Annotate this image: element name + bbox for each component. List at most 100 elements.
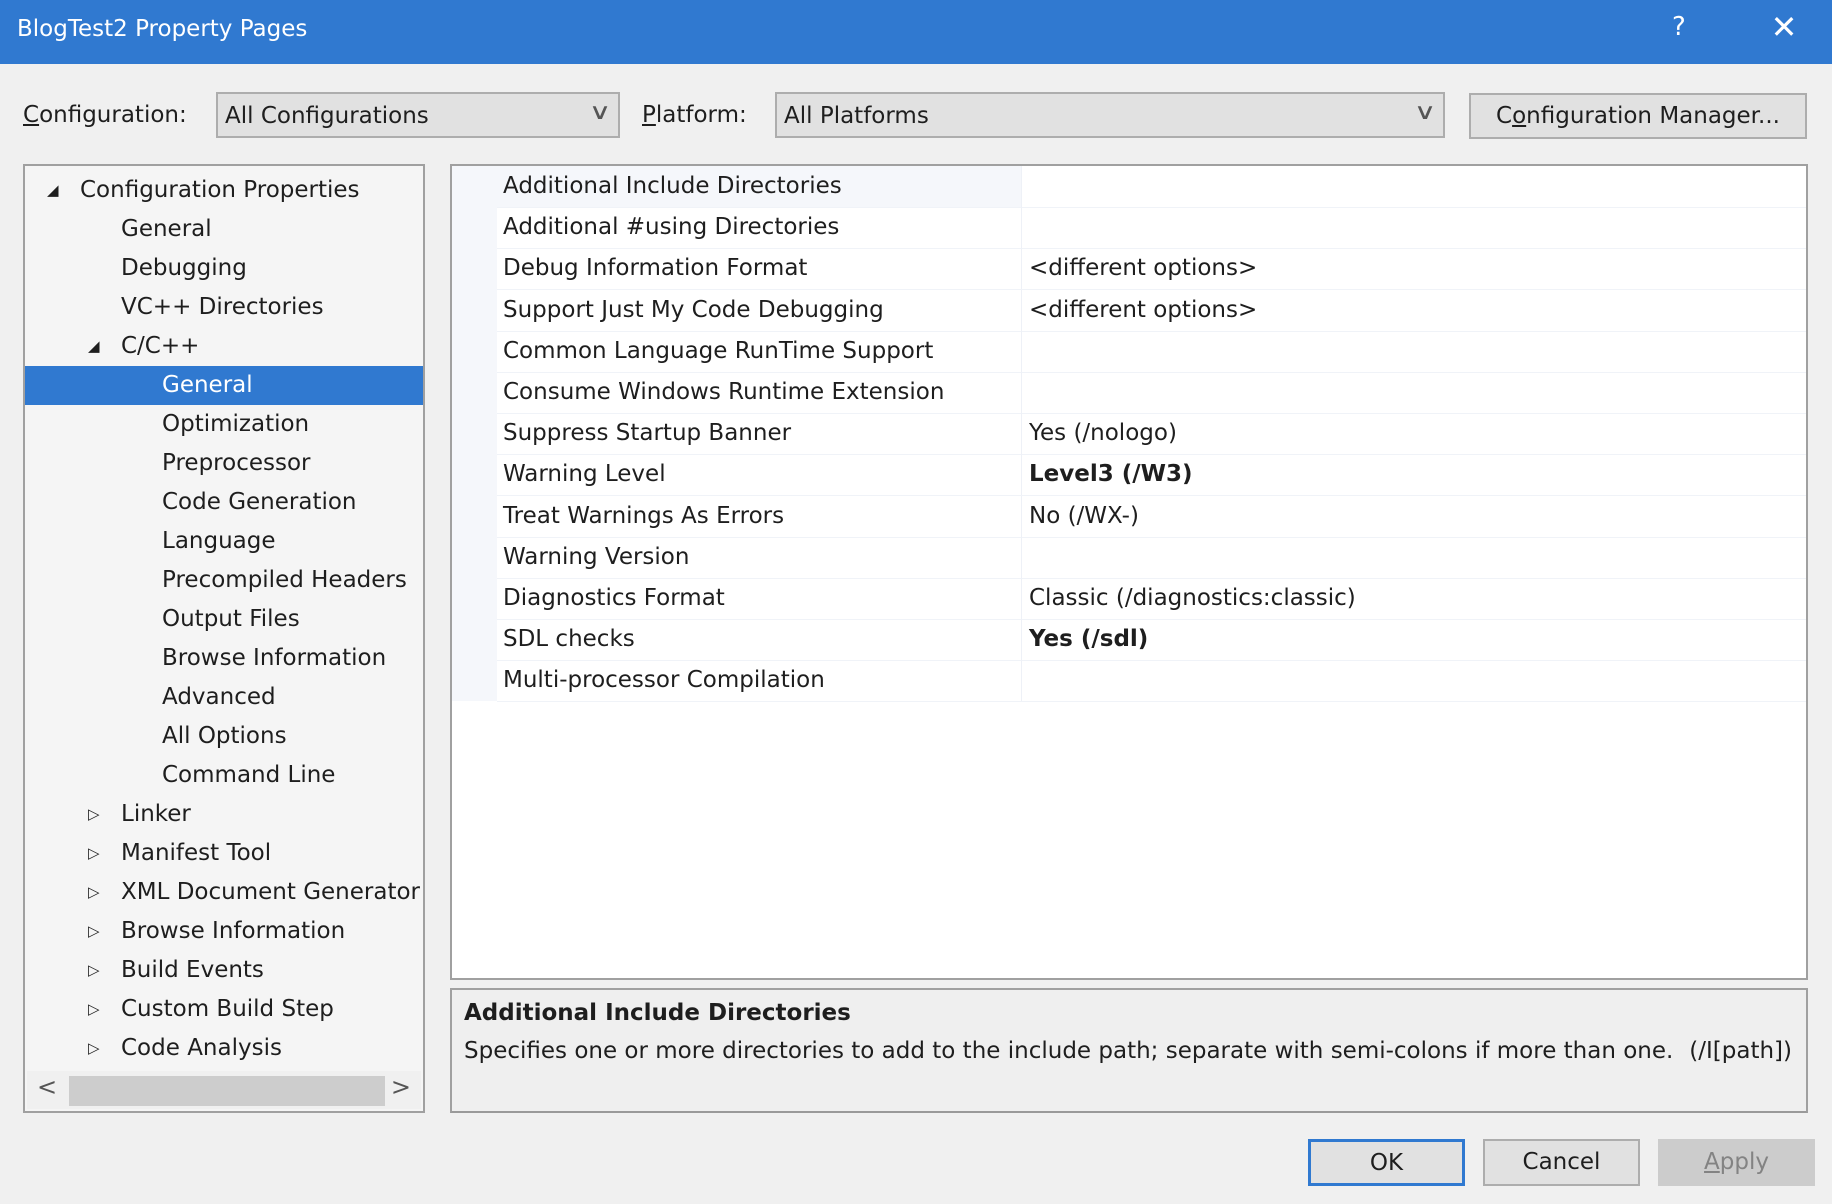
tree-item-label: Configuration Properties — [80, 177, 360, 203]
property-value[interactable]: Yes (/sdl) — [1029, 619, 1148, 659]
property-name: Warning Level — [497, 454, 1022, 496]
property-value[interactable]: Classic (/diagnostics:classic) — [1029, 578, 1356, 618]
tree-item[interactable]: Output Files — [25, 600, 423, 639]
tree-item[interactable]: Preprocessor — [25, 444, 423, 483]
tree-item[interactable]: ▷ Code Analysis — [25, 1029, 423, 1068]
property-name: Support Just My Code Debugging — [497, 289, 1022, 331]
tree-item[interactable]: VC++ Directories — [25, 288, 423, 327]
title-bar: BlogTest2 Property Pages ? ✕ — [0, 0, 1832, 64]
tree-item-label: General — [162, 372, 253, 398]
property-value[interactable]: No (/WX-) — [1029, 496, 1139, 536]
tree-item[interactable]: Command Line — [25, 756, 423, 795]
property-row[interactable]: Treat Warnings As Errors No (/WX-) — [497, 495, 1806, 538]
collapsed-arrow-icon[interactable]: ▷ — [88, 990, 100, 1028]
tree-item[interactable]: All Options — [25, 717, 423, 756]
property-value[interactable]: <different options> — [1029, 290, 1257, 330]
configuration-dropdown[interactable]: All Configurations ∨ — [216, 92, 620, 138]
collapsed-arrow-icon[interactable]: ▷ — [88, 834, 100, 872]
scroll-right-icon[interactable]: > — [391, 1073, 411, 1101]
property-name: SDL checks — [497, 619, 1022, 661]
expanded-arrow-icon[interactable]: ◢ — [88, 327, 100, 365]
tree-item[interactable]: Optimization — [25, 405, 423, 444]
tree-item[interactable]: ▷ Manifest Tool — [25, 834, 423, 873]
tree-item[interactable]: Debugging — [25, 249, 423, 288]
tree-item-label: Build Events — [121, 957, 264, 983]
tree-item[interactable]: ◢ C/C++ — [25, 327, 423, 366]
tree-item-label: General — [121, 216, 212, 242]
horizontal-scrollbar[interactable]: < > — [27, 1071, 421, 1109]
tree-item-label: Code Analysis — [121, 1035, 282, 1061]
property-row[interactable]: Debug Information Format <different optio… — [497, 248, 1806, 291]
scrollbar-thumb[interactable] — [69, 1076, 385, 1106]
tree-item-label: Output Files — [162, 606, 300, 632]
chevron-down-icon: ∨ — [588, 100, 612, 125]
property-row[interactable]: Additional Include Directories — [497, 166, 1806, 208]
property-name: Diagnostics Format — [497, 578, 1022, 619]
property-row[interactable]: SDL checks Yes (/sdl) — [497, 619, 1806, 662]
tree-item[interactable]: Code Generation — [25, 483, 423, 522]
tree-item-label: Command Line — [162, 762, 336, 788]
collapsed-arrow-icon[interactable]: ▷ — [88, 951, 100, 989]
property-row[interactable]: Consume Windows Runtime Extension — [497, 372, 1806, 414]
tree-item-label: XML Document Generator — [121, 879, 420, 905]
collapsed-arrow-icon[interactable]: ▷ — [88, 873, 100, 911]
property-row[interactable]: Warning Version — [497, 536, 1806, 579]
tree-item[interactable]: ◢ Configuration Properties — [25, 171, 423, 210]
property-tree[interactable]: ◢ Configuration Properties General Debuggin… — [23, 164, 425, 1113]
window-title: BlogTest2 Property Pages — [17, 16, 308, 42]
tree-item-label: Language — [162, 528, 276, 554]
property-row[interactable]: Additional #using Directories — [497, 207, 1806, 250]
tree-item-label: VC++ Directories — [121, 294, 324, 320]
property-name: Debug Information Format — [497, 248, 1022, 290]
property-row[interactable]: Support Just My Code Debugging <different… — [497, 289, 1806, 332]
description-panel: Additional Include Directories Specifies… — [450, 988, 1808, 1113]
scroll-left-icon[interactable]: < — [37, 1073, 57, 1101]
property-value[interactable]: <different options> — [1029, 248, 1257, 288]
tree-item-label: Custom Build Step — [121, 996, 334, 1022]
property-row[interactable]: Suppress Startup Banner Yes (/nologo) — [497, 413, 1806, 456]
ok-button[interactable]: OK — [1308, 1139, 1465, 1186]
help-icon[interactable]: ? — [1672, 12, 1686, 42]
tree-item[interactable]: ▷ Build Events — [25, 951, 423, 990]
property-value[interactable]: Yes (/nologo) — [1029, 413, 1177, 453]
property-name: Common Language RunTime Support — [497, 330, 1022, 372]
property-row[interactable]: Diagnostics Format Classic (/diagnostics:… — [497, 578, 1806, 620]
expanded-arrow-icon[interactable]: ◢ — [47, 171, 59, 209]
apply-button[interactable]: Apply — [1658, 1139, 1815, 1186]
tree-item-label: Optimization — [162, 411, 310, 437]
collapsed-arrow-icon[interactable]: ▷ — [88, 1029, 100, 1067]
tree-item[interactable]: Precompiled Headers — [25, 561, 423, 600]
tree-item[interactable]: Language — [25, 522, 423, 561]
property-row[interactable]: Common Language RunTime Support — [497, 330, 1806, 373]
tree-item-label: Manifest Tool — [121, 840, 272, 866]
tree-item[interactable]: Browse Information — [25, 639, 423, 678]
configuration-manager-button[interactable]: Configuration Manager... — [1469, 93, 1807, 139]
property-value[interactable]: Level3 (/W3) — [1029, 454, 1193, 494]
property-grid[interactable]: Additional Include Directories Additional… — [450, 164, 1808, 980]
property-name: Suppress Startup Banner — [497, 413, 1022, 455]
tree-item-label: Linker — [121, 801, 191, 827]
description-switch: (/I[path]) — [1689, 1038, 1792, 1064]
tree-item-label: Code Generation — [162, 489, 357, 515]
property-row[interactable]: Warning Level Level3 (/W3) — [497, 454, 1806, 497]
chevron-down-icon: ∨ — [1413, 100, 1437, 125]
tree-item-label: Browse Information — [162, 645, 387, 671]
tree-item[interactable]: General — [25, 366, 423, 405]
description-text: Specifies one or more directories to add… — [464, 1038, 1674, 1064]
property-name: Treat Warnings As Errors — [497, 495, 1022, 537]
collapsed-arrow-icon[interactable]: ▷ — [88, 912, 100, 950]
grid-gutter — [452, 166, 497, 701]
tree-item[interactable]: Advanced — [25, 678, 423, 717]
tree-item[interactable]: ▷ Custom Build Step — [25, 990, 423, 1029]
tree-item[interactable]: ▷ Linker — [25, 795, 423, 834]
property-name: Warning Version — [497, 536, 1022, 578]
platform-dropdown[interactable]: All Platforms ∨ — [775, 92, 1445, 138]
close-icon[interactable]: ✕ — [1764, 8, 1804, 46]
collapsed-arrow-icon[interactable]: ▷ — [88, 795, 100, 833]
description-title: Additional Include Directories — [464, 1000, 851, 1026]
property-row[interactable]: Multi-processor Compilation — [497, 660, 1806, 703]
tree-item[interactable]: ▷ Browse Information — [25, 912, 423, 951]
tree-item[interactable]: ▷ XML Document Generator — [25, 873, 423, 912]
cancel-button[interactable]: Cancel — [1483, 1139, 1640, 1186]
tree-item[interactable]: General — [25, 210, 423, 249]
